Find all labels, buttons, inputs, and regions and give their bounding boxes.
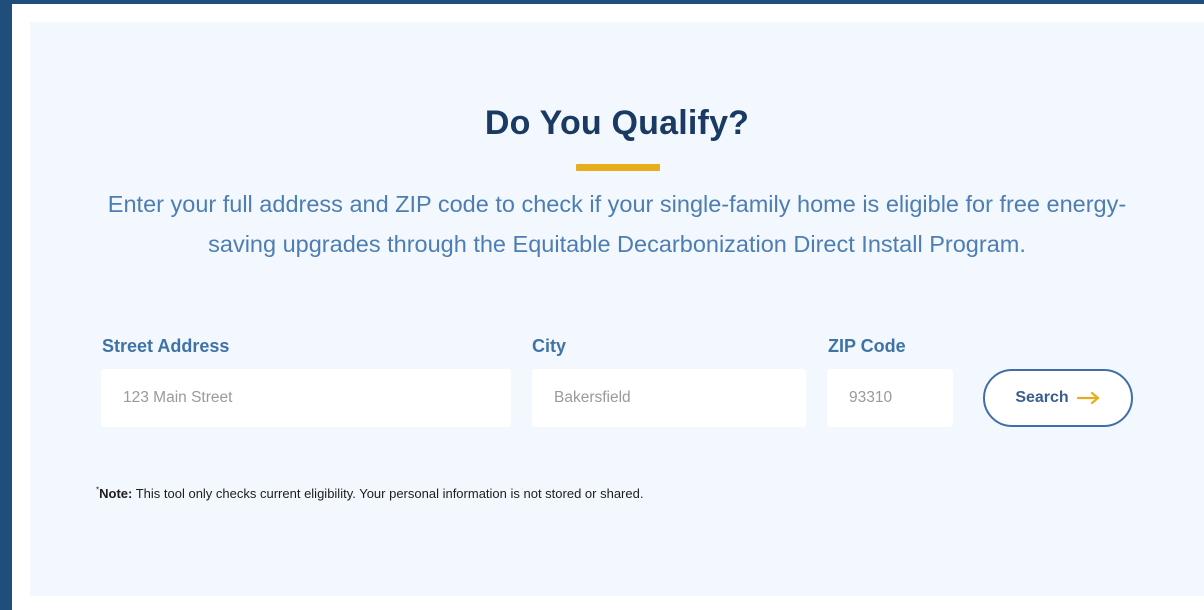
page-description: Enter your full address and ZIP code to … [107, 191, 1127, 257]
zip-code-input[interactable] [827, 369, 953, 427]
title-accent-bar [576, 164, 660, 171]
window-frame-top [0, 0, 1204, 4]
page-title: Do You Qualify? [484, 104, 750, 142]
city-input[interactable] [532, 369, 806, 427]
arrow-right-icon [1076, 391, 1101, 405]
zip-code-label: ZIP Code [828, 336, 906, 356]
note-label: Note: [99, 486, 133, 501]
search-button[interactable]: Search [983, 369, 1133, 427]
city-label: City [532, 336, 567, 356]
privacy-note: *Note: This tool only checks current eli… [96, 486, 643, 501]
street-address-label: Street Address [102, 336, 230, 356]
note-text: This tool only checks current eligibilit… [132, 486, 644, 501]
window-frame-left [0, 0, 12, 610]
search-button-label: Search [1015, 389, 1069, 406]
street-address-input[interactable] [101, 369, 511, 427]
